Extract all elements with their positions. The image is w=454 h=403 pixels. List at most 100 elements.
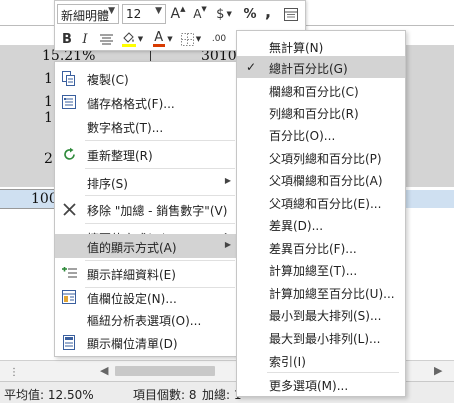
- format-cells-icon: [61, 94, 77, 110]
- italic-button[interactable]: I: [77, 29, 93, 49]
- submenu-item-no-calculation[interactable]: 無計算(N): [237, 35, 405, 57]
- scroll-right-icon[interactable]: ▶: [434, 364, 442, 377]
- menu-item-number-format[interactable]: 數字格式(T)...: [55, 114, 240, 138]
- pivot-table-cells[interactable]: [406, 45, 454, 187]
- submenu-item-difference-from[interactable]: 差異(D)...: [237, 213, 405, 235]
- submenu-item-percent-of-column-total[interactable]: 欄總和百分比(C): [237, 79, 405, 101]
- shrink-font-button[interactable]: A ▼: [191, 4, 209, 24]
- menu-item-show-details[interactable]: 顯示詳細資料(E): [55, 261, 240, 285]
- menu-item-format-cells[interactable]: 儲存格格式(F)...: [55, 90, 240, 114]
- sheet-tab-scroll-dots[interactable]: ⋮: [9, 367, 20, 378]
- submenu-item-more-options[interactable]: 更多選項(M)...: [237, 373, 405, 395]
- grow-font-icon: A: [170, 6, 181, 22]
- menu-item-label: 儲存格格式(F)...: [87, 97, 175, 111]
- submenu-item-percent-running-total-in[interactable]: 計算加總至百分比(U)...: [237, 281, 405, 303]
- percent-icon: %: [243, 6, 257, 22]
- scrollbar-thumb[interactable]: [115, 366, 215, 376]
- decrease-decimal-icon: .00: [211, 34, 227, 44]
- fill-color-button[interactable]: ▼: [119, 29, 145, 49]
- grow-font-button[interactable]: A ▲: [169, 4, 187, 24]
- align-center-button[interactable]: [97, 29, 115, 49]
- submenu-item-label: 百分比(O)...: [269, 129, 336, 143]
- submenu-item-percent-of-parent-total[interactable]: 父項總和百分比(E)...: [237, 191, 405, 213]
- submenu-item-percent-difference-from[interactable]: 差異百分比(F)...: [237, 236, 405, 258]
- italic-icon: I: [82, 31, 88, 47]
- menu-item-refresh[interactable]: 重新整理(R): [55, 142, 240, 166]
- cell-fragment: 2: [44, 151, 53, 167]
- menu-item-value-field-settings[interactable]: 值欄位設定(N)...: [55, 285, 240, 309]
- refresh-icon: [61, 146, 77, 162]
- align-center-icon: [99, 34, 113, 44]
- menu-separator: [85, 140, 235, 141]
- currency-icon: $: [216, 6, 225, 22]
- menu-item-label: 複製(C): [87, 73, 129, 87]
- font-size-dropdown[interactable]: 12 ▼: [122, 4, 166, 24]
- submenu-item-percent-of-parent-row-total[interactable]: 父項列總和百分比(P): [237, 146, 405, 168]
- submenu-item-label: 總計百分比(G): [269, 62, 348, 76]
- grid-line: [0, 208, 54, 209]
- submenu-item-percent-of[interactable]: 百分比(O)...: [237, 123, 405, 145]
- checkmark-icon: ✓: [246, 60, 257, 74]
- submenu-item-label: 差異百分比(F)...: [269, 242, 357, 256]
- submenu-arrow-icon: ▶: [224, 176, 231, 185]
- percent-button[interactable]: %: [243, 4, 257, 24]
- decrease-decimal-button[interactable]: .00: [209, 29, 229, 49]
- submenu-item-label: 父項列總和百分比(P): [269, 152, 382, 166]
- paint-bucket-icon: [121, 32, 136, 47]
- font-color-icon: A: [153, 30, 166, 47]
- font-color-button[interactable]: A ▼: [151, 29, 175, 49]
- submenu-item-label: 計算加總至百分比(U)...: [269, 287, 395, 301]
- grid-line: [0, 25, 54, 26]
- menu-item-pivot-options[interactable]: 樞紐分析表選項(O)...: [55, 307, 240, 331]
- borders-icon: [180, 32, 194, 46]
- menu-item-sort[interactable]: 排序(S) ▶: [55, 170, 240, 194]
- submenu-item-percent-of-row-total[interactable]: 列總和百分比(R): [237, 101, 405, 123]
- submenu-item-percent-of-parent-column-total[interactable]: 父項欄總和百分比(A): [237, 168, 405, 190]
- menu-item-label: 顯示欄位清單(D): [87, 337, 178, 351]
- menu-separator: [85, 168, 235, 169]
- scroll-left-icon[interactable]: ◀: [100, 364, 108, 377]
- menu-item-label: 顯示詳細資料(E): [87, 268, 176, 282]
- menu-item-label: 數字格式(T)...: [87, 121, 164, 135]
- menu-item-label: 值的顯示方式(A): [87, 241, 177, 255]
- menu-item-label: 排序(S): [87, 177, 128, 191]
- font-name-value: 新細明體: [61, 9, 110, 23]
- menu-separator: [85, 195, 235, 196]
- bold-button[interactable]: B: [59, 29, 75, 49]
- context-menu: 複製(C) 儲存格格式(F)... 數字格式(T)... 重新整理(R) 排序(…: [54, 61, 241, 357]
- grid-line: [0, 189, 54, 190]
- submenu-arrow-icon: ▶: [224, 240, 231, 249]
- field-list-icon: [61, 334, 77, 350]
- currency-button[interactable]: $ ▼: [214, 4, 234, 24]
- submenu-item-index[interactable]: 索引(I): [237, 349, 405, 371]
- show-details-icon: [61, 265, 77, 281]
- submenu-item-label: 欄總和百分比(C): [269, 85, 359, 99]
- menu-item-copy[interactable]: 複製(C): [55, 66, 240, 90]
- field-settings-icon: [61, 289, 77, 305]
- submenu-item-label: 最小到最大排列(S)...: [269, 309, 382, 323]
- toolbar-row-1: 新細明體 ▼ 12 ▼ A ▲ A ▼ $ ▼ % ,: [55, 1, 305, 26]
- grand-total-row[interactable]: [406, 190, 454, 208]
- submenu-item-label: 父項總和百分比(E)...: [269, 197, 382, 211]
- submenu-item-label: 父項欄總和百分比(A): [269, 174, 383, 188]
- comma-style-button[interactable]: ,: [261, 2, 275, 24]
- submenu-item-rank-smallest-to-largest[interactable]: 最小到最大排列(S)...: [237, 303, 405, 325]
- borders-button[interactable]: ▼: [179, 29, 203, 49]
- menu-item-label: 移除 "加總 - 銷售數字"(V): [87, 204, 228, 218]
- cell-fragment: 1: [44, 94, 53, 110]
- font-size-value: 12: [126, 7, 142, 21]
- menu-separator: [85, 223, 235, 224]
- font-name-dropdown[interactable]: 新細明體 ▼: [57, 4, 119, 24]
- submenu-item-running-total-in[interactable]: 計算加總至(T)...: [237, 258, 405, 280]
- submenu-item-rank-largest-to-smallest[interactable]: 最大到最小排列(L)...: [237, 326, 405, 348]
- submenu-item-percent-of-grand-total[interactable]: ✓ 總計百分比(G): [237, 56, 405, 78]
- show-values-as-submenu: 無計算(N) ✓ 總計百分比(G) 欄總和百分比(C) 列總和百分比(R) 百分…: [236, 30, 406, 397]
- menu-item-show-values-as[interactable]: 值的顯示方式(A) ▶: [55, 234, 240, 258]
- menu-item-show-field-list[interactable]: 顯示欄位清單(D): [55, 330, 240, 354]
- format-table-button[interactable]: [281, 4, 301, 24]
- submenu-item-label: 差異(D)...: [269, 219, 324, 233]
- grid-line: [306, 25, 454, 26]
- submenu-item-label: 索引(I): [269, 355, 306, 369]
- chevron-down-icon: ▼: [155, 6, 162, 16]
- menu-item-remove-field[interactable]: 移除 "加總 - 銷售數字"(V): [55, 197, 240, 221]
